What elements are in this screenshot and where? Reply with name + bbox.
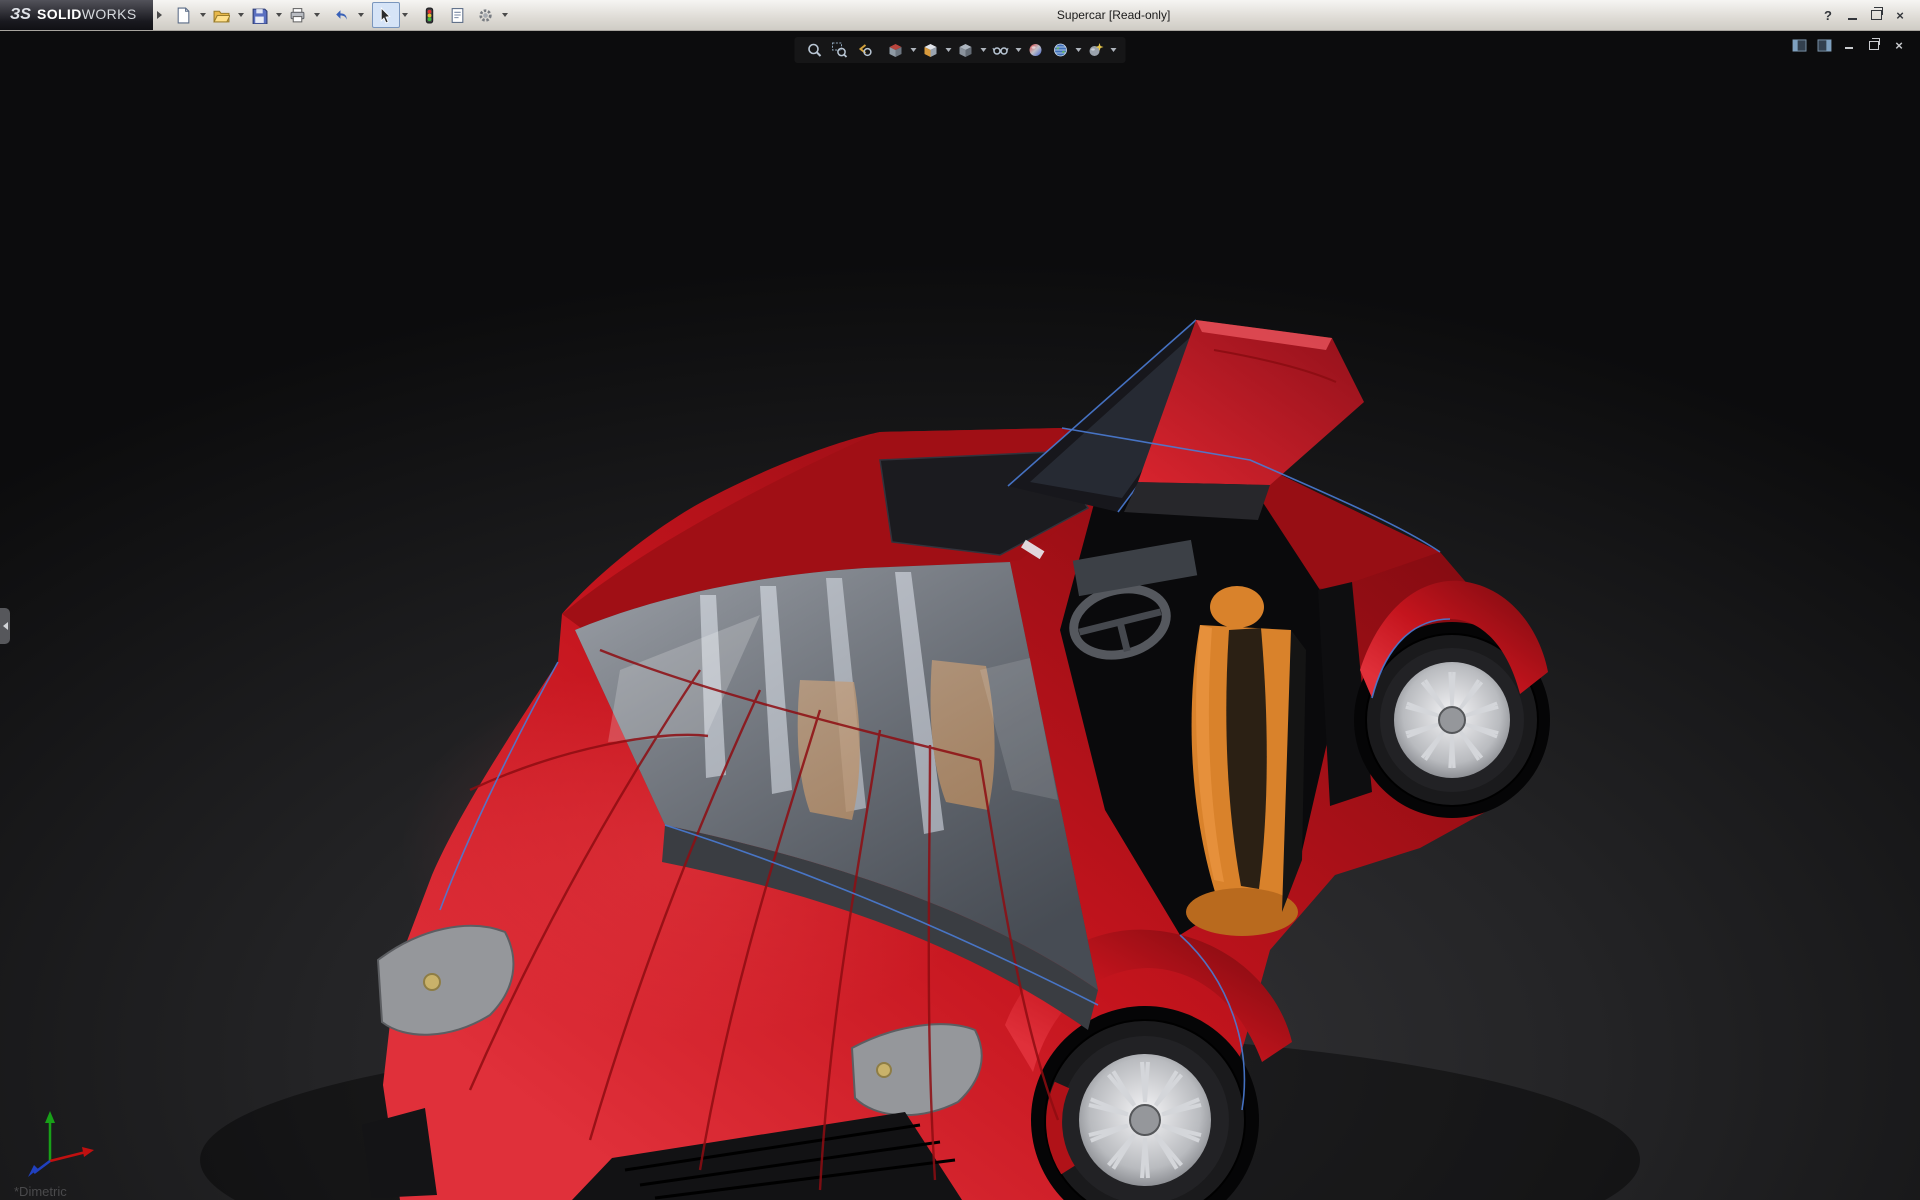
new-document-icon — [177, 7, 190, 23]
file-properties-button[interactable] — [444, 2, 472, 28]
file-properties-icon — [451, 7, 464, 23]
close-button[interactable]: × — [1890, 5, 1910, 25]
titlebar-controls: ? × — [1818, 5, 1920, 25]
section-view-button[interactable] — [884, 39, 908, 61]
solidworks-logo-text: SOLIDWORKS — [36, 6, 137, 22]
rebuild-stoplight-icon — [425, 7, 434, 23]
apply-scene-dropdown[interactable] — [1074, 39, 1083, 61]
view-orientation-button[interactable] — [919, 39, 943, 61]
new-document-dropdown[interactable] — [198, 3, 208, 27]
new-document-button[interactable] — [170, 2, 198, 28]
doc-restore-button[interactable] — [1865, 37, 1883, 53]
featuremanager-pane-button[interactable] — [1790, 37, 1808, 53]
edit-appearance-ball-icon — [1029, 44, 1042, 56]
supercar-model[interactable] — [0, 30, 1920, 1200]
minimize-icon — [1847, 17, 1857, 20]
help-button[interactable]: ? — [1818, 5, 1838, 25]
hide-show-items-glasses-icon — [992, 47, 1009, 55]
view-settings-icon — [1089, 43, 1104, 56]
select-button[interactable] — [371, 2, 400, 28]
3d-viewport[interactable]: × *Dimetric — [0, 30, 1920, 1200]
reference-triad — [28, 1111, 94, 1177]
zoom-to-area-button[interactable] — [828, 39, 852, 61]
open-button[interactable] — [208, 2, 236, 28]
menu-expand-icon[interactable] — [156, 11, 162, 19]
hide-show-items-button[interactable] — [989, 39, 1013, 61]
print-button[interactable] — [284, 2, 312, 28]
zoom-to-fit-icon — [808, 43, 822, 57]
section-view-icon — [889, 44, 902, 57]
minimize-button[interactable] — [1842, 5, 1862, 25]
featuremanager-pane-icon — [1792, 38, 1806, 52]
save-floppy-icon — [252, 8, 268, 24]
display-style-button[interactable] — [954, 39, 978, 61]
zoom-to-fit-button[interactable] — [803, 39, 827, 61]
open-folder-icon — [213, 10, 231, 22]
view-settings-button[interactable] — [1084, 39, 1108, 61]
doc-minimize-icon — [1845, 47, 1853, 49]
task-pane-button[interactable] — [1815, 37, 1833, 53]
edit-appearance-button[interactable] — [1024, 39, 1048, 61]
document-window-controls: × — [1790, 37, 1908, 53]
print-icon — [290, 7, 305, 22]
task-pane-icon — [1817, 38, 1831, 52]
display-style-dropdown[interactable] — [979, 39, 988, 61]
titlebar: ЗS SOLIDWORKS Supercar [Read-only] ? × — [0, 0, 1920, 31]
previous-view-icon — [858, 44, 872, 57]
solidworks-logo-mark-icon: ЗS — [10, 6, 31, 23]
restore-button[interactable] — [1866, 5, 1886, 25]
apply-scene-globe-icon — [1054, 43, 1067, 57]
doc-minimize-button[interactable] — [1840, 37, 1858, 53]
options-dropdown[interactable] — [500, 3, 510, 27]
solidworks-logo: ЗS SOLIDWORKS — [0, 0, 153, 30]
apply-scene-button[interactable] — [1049, 39, 1073, 61]
undo-arrow-icon — [336, 9, 347, 20]
undo-dropdown[interactable] — [356, 3, 366, 27]
previous-view-button[interactable] — [853, 39, 877, 61]
display-style-icon — [959, 44, 972, 57]
save-dropdown[interactable] — [274, 3, 284, 27]
select-cursor-icon — [380, 6, 391, 24]
doc-restore-icon — [1869, 37, 1880, 50]
select-dropdown[interactable] — [400, 3, 410, 27]
print-dropdown[interactable] — [312, 3, 322, 27]
heads-up-view-toolbar — [794, 37, 1126, 63]
view-orientation-cube-icon — [924, 44, 937, 57]
undo-button[interactable] — [328, 2, 356, 28]
view-orientation-label: *Dimetric — [14, 1184, 67, 1199]
doc-close-button[interactable]: × — [1890, 37, 1908, 53]
restore-icon — [1870, 7, 1883, 20]
view-settings-dropdown[interactable] — [1109, 39, 1118, 61]
standard-toolbar — [170, 2, 510, 28]
options-gear-icon — [479, 8, 492, 22]
panel-collapse-tab[interactable] — [0, 608, 10, 644]
rebuild-button[interactable] — [416, 2, 444, 28]
window-title: Supercar [Read-only] — [1056, 8, 1171, 22]
section-view-dropdown[interactable] — [909, 39, 918, 61]
save-button[interactable] — [246, 2, 274, 28]
hide-show-items-dropdown[interactable] — [1014, 39, 1023, 61]
view-orientation-dropdown[interactable] — [944, 39, 953, 61]
zoom-to-area-icon — [832, 42, 848, 58]
open-dropdown[interactable] — [236, 3, 246, 27]
options-button[interactable] — [472, 2, 500, 28]
